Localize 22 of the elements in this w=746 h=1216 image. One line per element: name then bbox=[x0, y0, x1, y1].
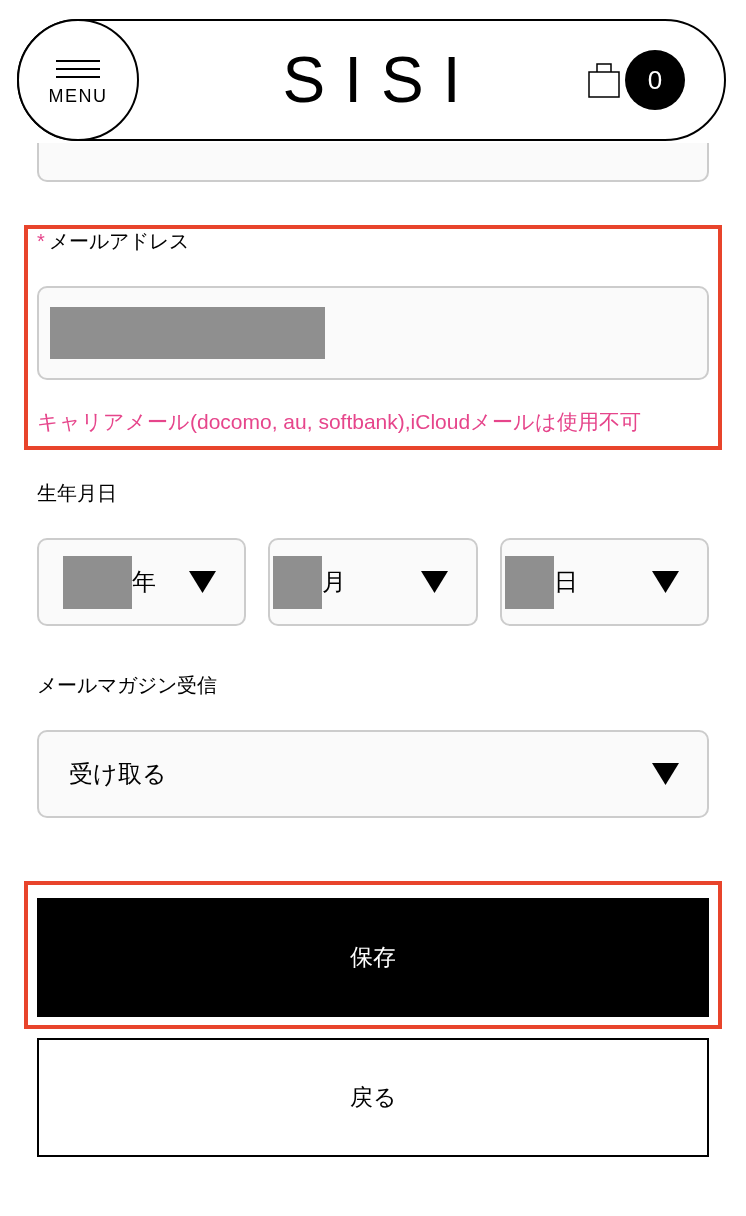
input-field[interactable] bbox=[37, 286, 709, 380]
dropdown-select[interactable]: 受け取る bbox=[37, 730, 709, 818]
field-label: メールマガジン受信 bbox=[37, 673, 217, 697]
caret-icon bbox=[420, 571, 448, 593]
logo[interactable]: SISI bbox=[263, 48, 480, 112]
input-field[interactable] bbox=[37, 143, 709, 182]
caret-icon bbox=[652, 763, 679, 785]
field-label: 生年月日 bbox=[37, 481, 117, 505]
caret-icon bbox=[652, 571, 679, 593]
required-mark: * bbox=[37, 229, 45, 253]
shopping-bag-icon[interactable] bbox=[588, 62, 620, 98]
date-select[interactable]: 月 bbox=[268, 538, 478, 626]
menu-button[interactable]: MENU bbox=[17, 19, 139, 141]
menu-icon bbox=[56, 59, 100, 78]
field-label: メールアドレス bbox=[48, 229, 189, 253]
cart-count: 0 bbox=[625, 50, 685, 110]
date-select[interactable]: 日 bbox=[499, 538, 709, 626]
back-button[interactable]: 戻る bbox=[37, 1038, 709, 1157]
field-note: キャリアメール(docomo, au, softbank),iCloudメールは使用不可 bbox=[37, 410, 643, 434]
caret-icon bbox=[189, 571, 217, 593]
save-button[interactable]: 保存 bbox=[37, 898, 709, 1017]
date-select[interactable]: 年 bbox=[37, 538, 247, 626]
